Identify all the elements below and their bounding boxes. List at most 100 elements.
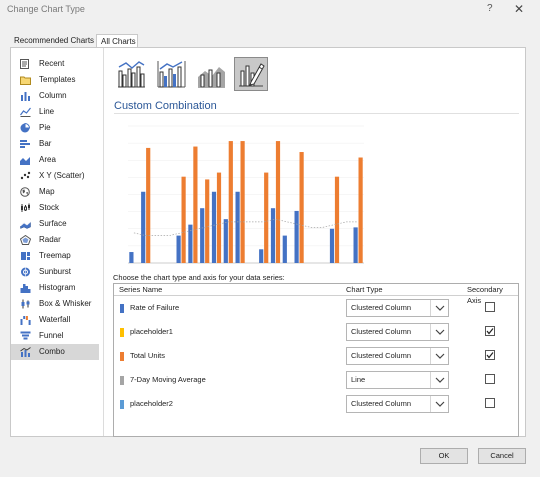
series-row-rate-of-failure: Rate of Failure Clustered Column <box>114 296 518 320</box>
recent-icon <box>20 59 29 69</box>
dialog-titlebar: Change Chart Type ? ✕ <box>0 0 540 22</box>
sidebar-item-surface[interactable]: Surface <box>11 216 99 232</box>
chevron-down-icon <box>435 329 445 335</box>
sidebar-item-label: Area <box>39 155 56 164</box>
map-chart-icon <box>20 187 30 197</box>
chart-bar-total-units <box>358 157 363 263</box>
chart-bar-total-units <box>216 172 222 263</box>
sidebar-item-templates[interactable]: Templates <box>11 72 99 88</box>
sidebar-item-recent[interactable]: Recent <box>11 56 99 72</box>
sidebar-item-radar[interactable]: Radar <box>11 232 99 248</box>
sidebar-item-label: Line <box>39 107 55 116</box>
dropdown-button[interactable] <box>430 348 448 364</box>
sidebar-item-xy-scatter[interactable]: X Y (Scatter) <box>11 168 99 184</box>
sidebar-item-label: Surface <box>39 219 67 228</box>
chart-bar-total-units <box>264 172 269 263</box>
sidebar-item-map[interactable]: Map <box>11 184 99 200</box>
chart-bar-rate-of-failure <box>329 228 335 263</box>
sidebar-item-pie[interactable]: Pie <box>11 120 99 136</box>
secondary-axis-checkbox[interactable] <box>485 326 495 336</box>
secondary-axis-checkbox[interactable] <box>485 302 495 312</box>
sidebar-item-label: Map <box>39 187 55 196</box>
sidebar-item-treemap[interactable]: Treemap <box>11 248 99 264</box>
sidebar-item-bar[interactable]: Bar <box>11 136 99 152</box>
chevron-down-icon <box>435 377 445 383</box>
sidebar-item-label: Recent <box>39 59 65 68</box>
close-button[interactable]: ✕ <box>514 2 524 16</box>
series-color-swatch <box>120 352 124 361</box>
stacked-area-clustered-column-icon <box>198 67 225 88</box>
chart-bar-rate-of-failure <box>270 208 276 263</box>
ok-button[interactable]: OK <box>420 448 468 464</box>
chart-bar-rate-of-failure <box>223 219 228 263</box>
help-button[interactable]: ? <box>487 3 493 14</box>
dropdown-button[interactable] <box>430 396 448 412</box>
chart-bar-rate-of-failure <box>259 249 264 263</box>
chart-bar-rate-of-failure <box>211 191 217 263</box>
area-chart-icon <box>20 157 30 165</box>
column-chart-icon <box>21 92 30 101</box>
secondary-axis-checkbox[interactable] <box>485 398 495 408</box>
series-name: Rate of Failure <box>130 303 180 312</box>
tab-recommended-charts[interactable]: Recommended Charts <box>10 34 94 48</box>
series-row-placeholder2: placeholder2 Clustered Column <box>114 392 518 416</box>
sidebar-item-label: Combo <box>39 347 65 356</box>
chevron-down-icon <box>435 353 445 359</box>
chart-bar-rate-of-failure <box>235 191 240 263</box>
sidebar-item-label: X Y (Scatter) <box>39 171 85 180</box>
choose-instructions: Choose the chart type and axis for your … <box>113 273 285 282</box>
histogram-chart-icon <box>20 284 31 293</box>
series-name: 7-Day Moving Average <box>130 375 206 384</box>
sidebar-item-label: Pie <box>39 123 51 132</box>
sidebar-item-area[interactable]: Area <box>11 152 99 168</box>
sidebar-item-box-whisker[interactable]: Box & Whisker <box>11 296 99 312</box>
combo-title: Custom Combination <box>114 100 217 112</box>
sidebar-item-line[interactable]: Line <box>11 104 99 120</box>
chart-type-dropdown[interactable]: Clustered Column <box>346 395 449 413</box>
sidebar-divider <box>103 48 104 436</box>
scatter-chart-icon <box>20 171 31 180</box>
dropdown-button[interactable] <box>430 324 448 340</box>
sidebar-item-label: Treemap <box>39 251 71 260</box>
subtype-clustered-column-line-secondary[interactable] <box>154 57 188 91</box>
sidebar-item-waterfall[interactable]: Waterfall <box>11 312 99 328</box>
sidebar-item-histogram[interactable]: Histogram <box>11 280 99 296</box>
chart-bar-rate-of-failure <box>200 208 205 263</box>
tab-all-charts[interactable]: All Charts <box>96 34 138 48</box>
subtype-custom-combination[interactable] <box>234 57 268 91</box>
combo-chart-icon <box>20 347 31 357</box>
series-grid: Series Name Chart Type Secondary Axis Ra… <box>113 283 519 437</box>
secondary-axis-checkbox[interactable] <box>485 374 495 384</box>
subtype-stacked-area-clustered-column[interactable] <box>194 57 228 91</box>
series-grid-header: Series Name Chart Type Secondary Axis <box>114 284 518 305</box>
dropdown-button[interactable] <box>430 372 448 388</box>
sidebar-item-label: Histogram <box>39 283 76 292</box>
chart-type-value: Line <box>351 375 366 384</box>
stock-chart-icon <box>21 203 30 212</box>
title-rule <box>114 113 519 114</box>
secondary-axis-checkbox[interactable] <box>485 350 495 360</box>
chart-type-dropdown[interactable]: Clustered Column <box>346 347 449 365</box>
chart-type-dropdown[interactable]: Line <box>346 371 449 389</box>
dialog-title: Change Chart Type <box>7 4 85 14</box>
chart-line-moving-average <box>133 218 359 236</box>
series-row-moving-average: 7-Day Moving Average Line <box>114 368 518 392</box>
sidebar-item-funnel[interactable]: Funnel <box>11 328 99 344</box>
sidebar-item-column[interactable]: Column <box>11 88 99 104</box>
series-name: placeholder1 <box>130 327 173 336</box>
sidebar-item-combo[interactable]: Combo <box>11 344 99 360</box>
chart-bar-rate-of-failure <box>176 235 181 263</box>
chart-bar-total-units <box>275 141 281 263</box>
dropdown-button[interactable] <box>430 300 448 316</box>
chart-type-dropdown[interactable]: Clustered Column <box>346 299 449 317</box>
box-whisker-chart-icon <box>21 299 30 309</box>
cancel-button[interactable]: Cancel <box>478 448 526 464</box>
chart-type-dropdown[interactable]: Clustered Column <box>346 323 449 341</box>
sidebar-item-sunburst[interactable]: Sunburst <box>11 264 99 280</box>
subtype-clustered-column-line[interactable] <box>114 57 148 91</box>
sidebar-item-label: Bar <box>39 139 52 148</box>
chart-bar-total-units <box>334 176 340 263</box>
surface-chart-icon <box>20 221 31 229</box>
sidebar-item-stock[interactable]: Stock <box>11 200 99 216</box>
custom-combination-icon <box>239 63 265 87</box>
